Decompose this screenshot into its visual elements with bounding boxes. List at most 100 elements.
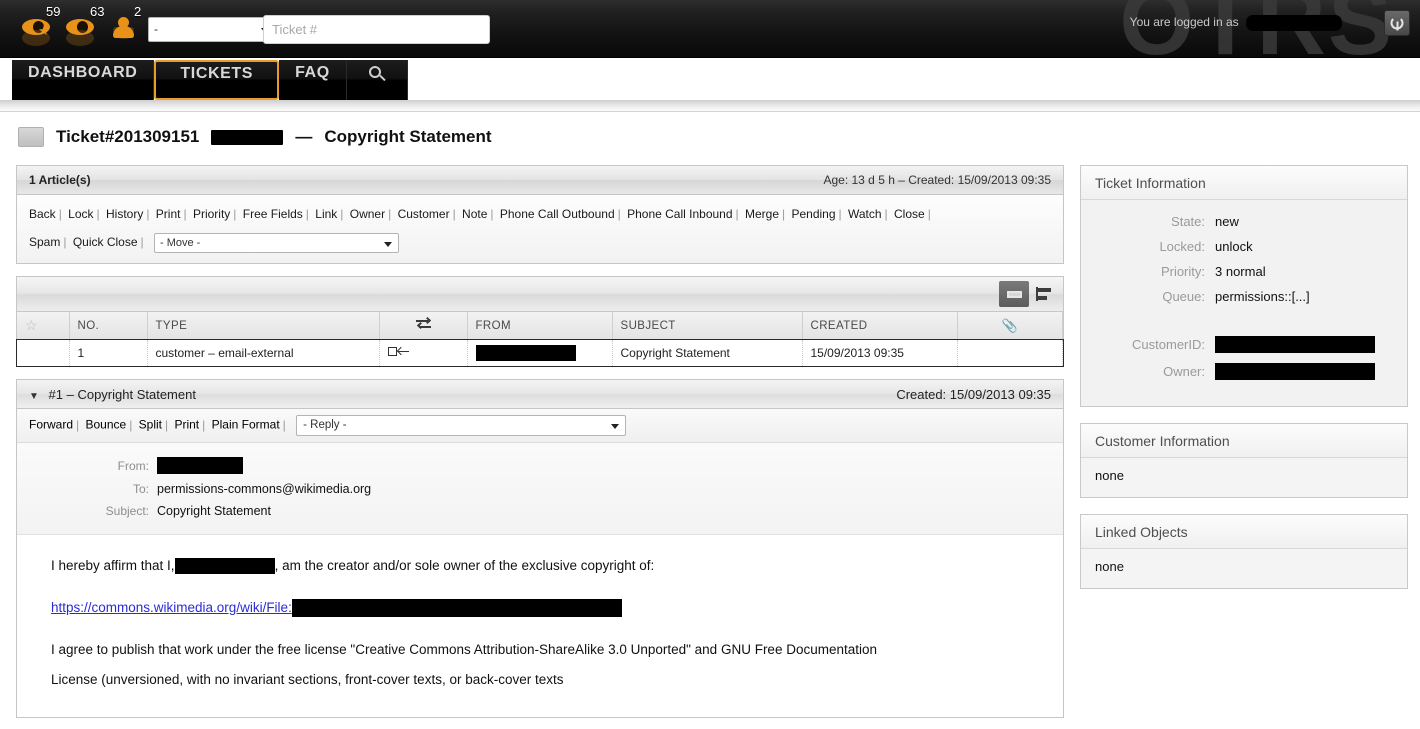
split-view-button[interactable] — [1029, 281, 1059, 307]
action-close[interactable]: Close — [894, 207, 925, 221]
cell-direction — [379, 339, 468, 366]
action-pending[interactable]: Pending — [791, 207, 835, 221]
toolbar-seen-tickets[interactable]: 63 — [66, 4, 106, 49]
col-header-type[interactable]: TYPE — [147, 312, 380, 340]
article-action-print[interactable]: Print — [174, 418, 199, 432]
article-action-bounce[interactable]: Bounce — [85, 418, 126, 432]
seen-tickets-icon-reflection — [66, 30, 96, 49]
col-header-from[interactable]: FROM — [467, 312, 613, 340]
action-phone-call-outbound[interactable]: Phone Call Outbound — [500, 207, 615, 221]
main-column: 1 Article(s) Age: 13 d 5 h – Created: 15… — [16, 165, 1064, 718]
cell-created: 15/09/2013 09:35 — [802, 339, 958, 366]
col-header-created[interactable]: CREATED — [802, 312, 958, 340]
chevron-down-icon — [383, 241, 392, 247]
article-action-split[interactable]: Split — [139, 418, 162, 432]
article-table: ☆ NO. TYPE FROM SUBJECT CREATED 📎 1 cust… — [16, 312, 1064, 367]
email-body: I hereby affirm that I, , am the creator … — [17, 535, 1063, 717]
exchange-icon — [415, 316, 431, 330]
cell-from — [467, 339, 613, 366]
queue-select[interactable]: - — [148, 17, 278, 42]
action-link[interactable]: Link — [315, 207, 337, 221]
ticket-actions-widget: 1 Article(s) Age: 13 d 5 h – Created: 15… — [16, 165, 1064, 264]
col-header-subject[interactable]: SUBJECT — [612, 312, 803, 340]
ticket-action-links: Back | Lock | History | Print | Priority | Fr… — [17, 195, 1063, 263]
ticket-info-locked: Locked: unlock — [1093, 239, 1395, 254]
ticket-age-created: Age: 13 d 5 h – Created: 15/09/2013 09:3… — [823, 173, 1051, 187]
customer-id-redacted — [1215, 336, 1375, 354]
nav-item-tickets[interactable]: TICKETS — [154, 60, 280, 100]
action-print[interactable]: Print — [156, 207, 181, 221]
cell-type: customer – email-external — [147, 339, 380, 366]
email-header-to: To: permissions-commons@wikimedia.org — [17, 478, 1063, 500]
queue-select-value: - — [154, 22, 158, 36]
ticket-information-panel: Ticket Information State: new Locked: un… — [1080, 165, 1408, 408]
action-merge[interactable]: Merge — [745, 207, 779, 221]
nav-bottom-divider — [0, 100, 1420, 112]
ticket-search-field[interactable] — [263, 15, 490, 44]
action-lock[interactable]: Lock — [68, 207, 93, 221]
toolbar-watched-tickets[interactable]: 59 ★ — [22, 4, 62, 49]
col-header-attachment[interactable]: 📎 — [957, 312, 1063, 340]
action-note[interactable]: Note — [462, 207, 487, 221]
logout-button[interactable] — [1384, 10, 1410, 36]
action-spam[interactable]: Spam — [29, 235, 60, 249]
table-row[interactable]: 1 customer – email-external Copyright St… — [16, 338, 1064, 367]
action-quick-close[interactable]: Quick Close — [73, 235, 138, 249]
action-phone-call-inbound[interactable]: Phone Call Inbound — [627, 207, 732, 221]
email-headers: From: To: permissions-commons@wikimedia.… — [17, 443, 1063, 535]
col-header-no[interactable]: NO. — [69, 312, 148, 340]
main-navigation: DASHBOARD TICKETS FAQ — [12, 60, 408, 100]
article-action-plain-format[interactable]: Plain Format — [212, 418, 280, 432]
email-body-name-redacted — [174, 558, 275, 575]
ticket-info-owner: Owner: — [1093, 363, 1395, 381]
logged-in-status: You are logged in as — [1130, 15, 1342, 31]
ticket-info-state-value: new — [1215, 214, 1239, 229]
logged-in-username-redacted — [1246, 15, 1342, 31]
email-header-from-label: From: — [117, 458, 149, 473]
article-list-widget: ☆ NO. TYPE FROM SUBJECT CREATED 📎 1 cust… — [16, 276, 1064, 367]
commons-file-link[interactable]: https://commons.wikimedia.org/wiki/File: — [51, 600, 292, 615]
nav-item-search[interactable] — [346, 60, 408, 100]
toolbar-my-tickets[interactable]: 2 — [110, 4, 150, 48]
cell-flag[interactable] — [17, 339, 70, 366]
article-detail-widget: ▼ #1 – Copyright Statement Created: 15/0… — [16, 379, 1064, 718]
action-owner[interactable]: Owner — [350, 207, 385, 221]
action-customer[interactable]: Customer — [398, 207, 450, 221]
action-priority[interactable]: Priority — [193, 207, 230, 221]
chevron-down-icon[interactable]: ▼ — [29, 391, 39, 402]
ticket-search-input[interactable] — [264, 16, 489, 43]
action-history[interactable]: History — [106, 207, 143, 221]
sidebar: Ticket Information State: new Locked: un… — [1080, 165, 1408, 718]
ticket-info-queue: Queue: permissions::[...] — [1093, 289, 1395, 304]
watched-tickets-icon-reflection — [22, 30, 52, 49]
nav-item-faq[interactable]: FAQ — [279, 60, 347, 100]
collapse-view-button[interactable] — [999, 281, 1029, 307]
page-title-redacted-number — [211, 129, 284, 145]
article-action-forward[interactable]: Forward — [29, 418, 73, 432]
content-columns: 1 Article(s) Age: 13 d 5 h – Created: 15… — [0, 147, 1420, 718]
cell-no: 1 — [69, 339, 148, 366]
move-queue-select[interactable]: - Move - — [153, 232, 399, 253]
ticket-info-customer-id-value — [1215, 336, 1375, 354]
header-toolbar-icons: 59 ★ 63 2 — [22, 4, 150, 49]
col-header-flag[interactable]: ☆ — [17, 312, 70, 340]
email-body-line-4: License (unversioned, with no invariant … — [51, 672, 564, 687]
ticket-info-priority-label: Priority: — [1160, 264, 1205, 279]
action-back[interactable]: Back — [29, 207, 56, 221]
col-header-direction[interactable] — [379, 312, 468, 340]
incoming-message-icon — [387, 346, 410, 358]
article-detail-title-wrap: ▼ #1 – Copyright Statement — [29, 387, 196, 402]
action-free-fields[interactable]: Free Fields — [243, 207, 303, 221]
action-watch[interactable]: Watch — [848, 207, 882, 221]
search-icon — [368, 66, 386, 82]
ticket-info-queue-label: Queue: — [1162, 289, 1205, 304]
split-view-icon — [1036, 287, 1052, 301]
email-header-from-value — [157, 457, 243, 474]
reply-select[interactable]: - Reply - — [296, 415, 627, 436]
ticket-info-owner-value — [1215, 363, 1375, 381]
nav-item-dashboard[interactable]: DASHBOARD — [12, 60, 155, 100]
page-title-ticket-number: Ticket#201309151 — [56, 127, 200, 146]
article-detail-header[interactable]: ▼ #1 – Copyright Statement Created: 15/0… — [17, 380, 1063, 409]
linked-objects-title: Linked Objects — [1081, 515, 1407, 550]
customer-information-title: Customer Information — [1081, 424, 1407, 459]
